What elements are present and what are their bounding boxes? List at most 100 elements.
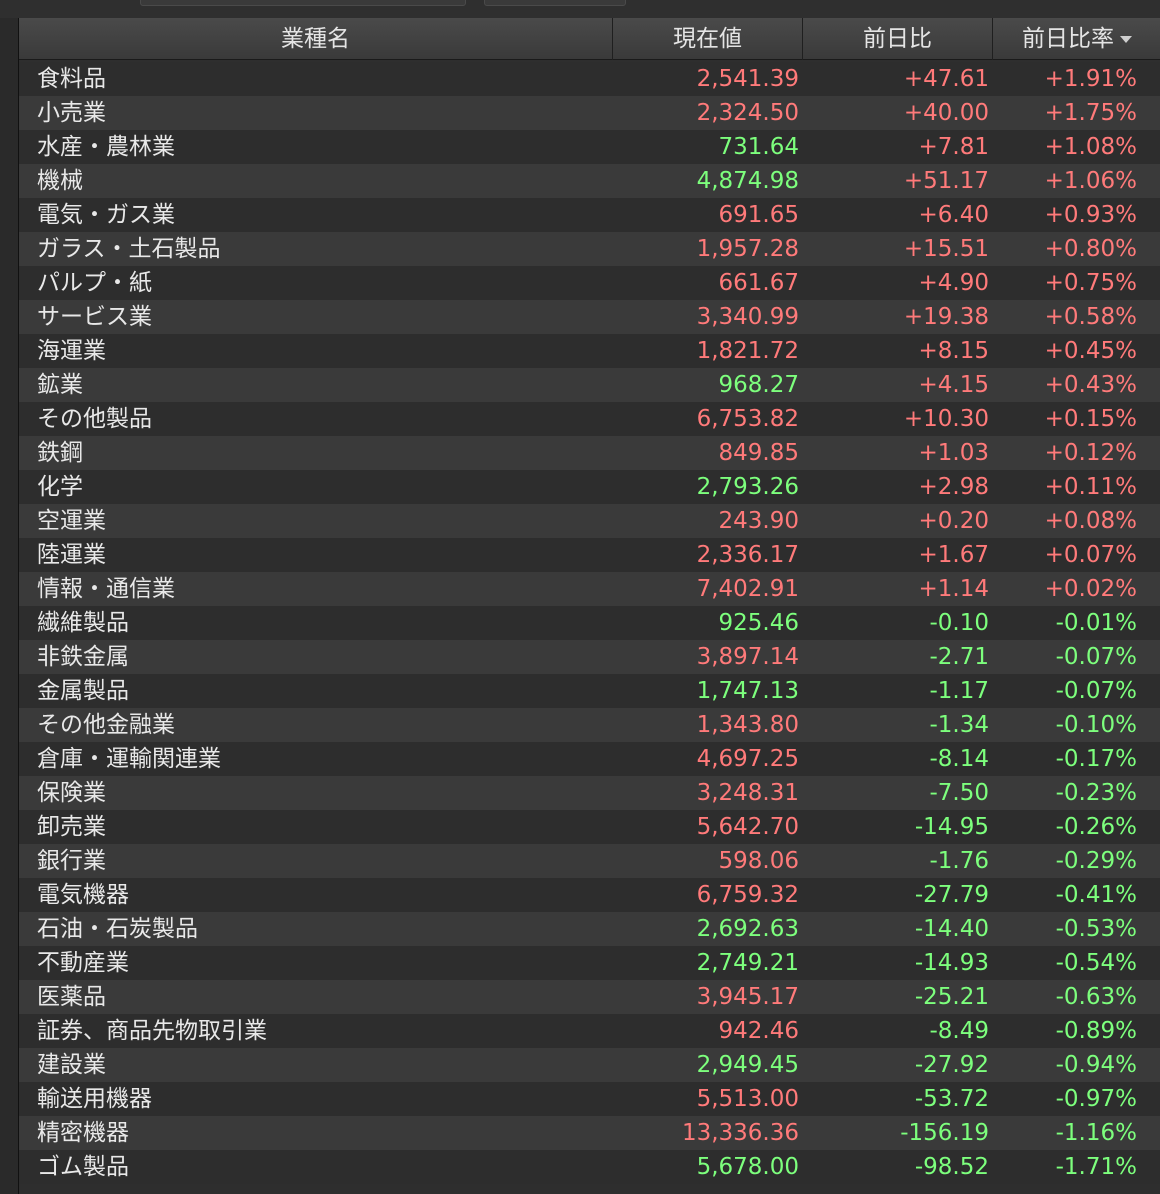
sector-name: 銀行業 xyxy=(37,848,106,874)
table-row[interactable]: 機械 4,874.98 +51.17 +1.06% xyxy=(19,164,1160,198)
sector-name: 石油・石炭製品 xyxy=(37,916,198,942)
current-price: 4,874.98 xyxy=(696,168,799,194)
day-change-pct: -0.01% xyxy=(1055,610,1137,636)
day-change-pct: +0.80% xyxy=(1044,236,1137,262)
day-change: -27.92 xyxy=(914,1052,989,1078)
day-change: -8.14 xyxy=(929,746,989,772)
column-header-price[interactable]: 現在値 xyxy=(613,18,803,60)
day-change-pct: -0.54% xyxy=(1055,950,1137,976)
day-change: +1.03 xyxy=(918,440,989,466)
day-change: +4.90 xyxy=(918,270,989,296)
current-price: 6,753.82 xyxy=(696,406,799,432)
current-price: 691.65 xyxy=(718,202,799,228)
table-row[interactable]: 金属製品 1,747.13 -1.17 -0.07% xyxy=(19,674,1160,708)
day-change: +2.98 xyxy=(918,474,989,500)
current-price: 3,340.99 xyxy=(696,304,799,330)
table-row[interactable]: 電気機器 6,759.32 -27.79 -0.41% xyxy=(19,878,1160,912)
day-change: -0.10 xyxy=(929,610,989,636)
day-change-pct: +0.45% xyxy=(1044,338,1137,364)
table-row[interactable]: 卸売業 5,642.70 -14.95 -0.26% xyxy=(19,810,1160,844)
table-row[interactable]: ゴム製品 5,678.00 -98.52 -1.71% xyxy=(19,1150,1160,1184)
table-row[interactable]: 保険業 3,248.31 -7.50 -0.23% xyxy=(19,776,1160,810)
current-price: 2,793.26 xyxy=(696,474,799,500)
day-change-pct: +0.15% xyxy=(1044,406,1137,432)
sector-name: 水産・農林業 xyxy=(37,134,175,160)
table-row[interactable]: サービス業 3,340.99 +19.38 +0.58% xyxy=(19,300,1160,334)
table-row[interactable]: 輸送用機器 5,513.00 -53.72 -0.97% xyxy=(19,1082,1160,1116)
column-header-change[interactable]: 前日比 xyxy=(803,18,993,60)
day-change-pct: +1.75% xyxy=(1044,100,1137,126)
table-row[interactable]: 食料品 2,541.39 +47.61 +1.91% xyxy=(19,62,1160,96)
day-change: +0.20 xyxy=(918,508,989,534)
sector-name: 機械 xyxy=(37,168,83,194)
current-price: 968.27 xyxy=(718,372,799,398)
toolbar-button[interactable] xyxy=(140,0,466,6)
sector-name: 海運業 xyxy=(37,338,106,364)
table-row[interactable]: 空運業 243.90 +0.20 +0.08% xyxy=(19,504,1160,538)
current-price: 5,642.70 xyxy=(696,814,799,840)
sector-name: その他金融業 xyxy=(37,712,175,738)
current-price: 2,692.63 xyxy=(696,916,799,942)
sector-name: 陸運業 xyxy=(37,542,106,568)
sector-name: 電気機器 xyxy=(37,882,129,908)
day-change-pct: -0.10% xyxy=(1055,712,1137,738)
day-change: -98.52 xyxy=(914,1154,989,1180)
column-header-change-pct[interactable]: 前日比率 xyxy=(993,18,1160,60)
day-change-pct: -0.07% xyxy=(1055,678,1137,704)
table-row[interactable]: 陸運業 2,336.17 +1.67 +0.07% xyxy=(19,538,1160,572)
table-row[interactable]: その他製品 6,753.82 +10.30 +0.15% xyxy=(19,402,1160,436)
sort-descending-icon xyxy=(1120,36,1132,43)
sector-name: 化学 xyxy=(37,474,83,500)
table-row[interactable]: 倉庫・運輸関連業 4,697.25 -8.14 -0.17% xyxy=(19,742,1160,776)
table-row[interactable]: 小売業 2,324.50 +40.00 +1.75% xyxy=(19,96,1160,130)
current-price: 2,541.39 xyxy=(696,66,799,92)
table-row[interactable]: パルプ・紙 661.67 +4.90 +0.75% xyxy=(19,266,1160,300)
current-price: 5,513.00 xyxy=(696,1086,799,1112)
current-price: 731.64 xyxy=(718,134,799,160)
sector-name: 保険業 xyxy=(37,780,106,806)
table-row[interactable]: 電気・ガス業 691.65 +6.40 +0.93% xyxy=(19,198,1160,232)
day-change-pct: -0.53% xyxy=(1055,916,1137,942)
day-change-pct: -0.07% xyxy=(1055,644,1137,670)
table-row[interactable]: 石油・石炭製品 2,692.63 -14.40 -0.53% xyxy=(19,912,1160,946)
sector-name: サービス業 xyxy=(37,304,152,330)
sector-name: ゴム製品 xyxy=(37,1154,129,1180)
current-price: 2,749.21 xyxy=(696,950,799,976)
current-price: 3,945.17 xyxy=(696,984,799,1010)
current-price: 7,402.91 xyxy=(696,576,799,602)
table-row[interactable]: 鉄鋼 849.85 +1.03 +0.12% xyxy=(19,436,1160,470)
table-row[interactable]: その他金融業 1,343.80 -1.34 -0.10% xyxy=(19,708,1160,742)
table-row[interactable]: 医薬品 3,945.17 -25.21 -0.63% xyxy=(19,980,1160,1014)
day-change-pct: -0.94% xyxy=(1055,1052,1137,1078)
day-change: +15.51 xyxy=(903,236,989,262)
table-row[interactable]: 銀行業 598.06 -1.76 -0.29% xyxy=(19,844,1160,878)
sector-name: 卸売業 xyxy=(37,814,106,840)
table-row[interactable]: 化学 2,793.26 +2.98 +0.11% xyxy=(19,470,1160,504)
table-row[interactable]: 海運業 1,821.72 +8.15 +0.45% xyxy=(19,334,1160,368)
table-row[interactable]: 非鉄金属 3,897.14 -2.71 -0.07% xyxy=(19,640,1160,674)
current-price: 925.46 xyxy=(718,610,799,636)
table-row[interactable]: 水産・農林業 731.64 +7.81 +1.08% xyxy=(19,130,1160,164)
column-header-name[interactable]: 業種名 xyxy=(19,18,613,60)
day-change: -14.93 xyxy=(914,950,989,976)
table-row[interactable]: 情報・通信業 7,402.91 +1.14 +0.02% xyxy=(19,572,1160,606)
sector-name: 鉄鋼 xyxy=(37,440,83,466)
day-change-pct: -0.63% xyxy=(1055,984,1137,1010)
toolbar-button[interactable] xyxy=(484,0,626,6)
day-change: -156.19 xyxy=(900,1120,989,1146)
sector-name: 倉庫・運輸関連業 xyxy=(37,746,221,772)
table-row[interactable]: 鉱業 968.27 +4.15 +0.43% xyxy=(19,368,1160,402)
table-row[interactable]: ガラス・土石製品 1,957.28 +15.51 +0.80% xyxy=(19,232,1160,266)
sector-name: その他製品 xyxy=(37,406,152,432)
sector-name: 繊維製品 xyxy=(37,610,129,636)
day-change-pct: +0.93% xyxy=(1044,202,1137,228)
day-change-pct: -0.17% xyxy=(1055,746,1137,772)
top-toolbar xyxy=(0,0,1160,18)
table-row[interactable]: 不動産業 2,749.21 -14.93 -0.54% xyxy=(19,946,1160,980)
table-row[interactable]: 繊維製品 925.46 -0.10 -0.01% xyxy=(19,606,1160,640)
table-row[interactable]: 建設業 2,949.45 -27.92 -0.94% xyxy=(19,1048,1160,1082)
table-row[interactable]: 精密機器 13,336.36 -156.19 -1.16% xyxy=(19,1116,1160,1150)
day-change: -7.50 xyxy=(929,780,989,806)
sector-name: 空運業 xyxy=(37,508,106,534)
table-row[interactable]: 証券、商品先物取引業 942.46 -8.49 -0.89% xyxy=(19,1014,1160,1048)
